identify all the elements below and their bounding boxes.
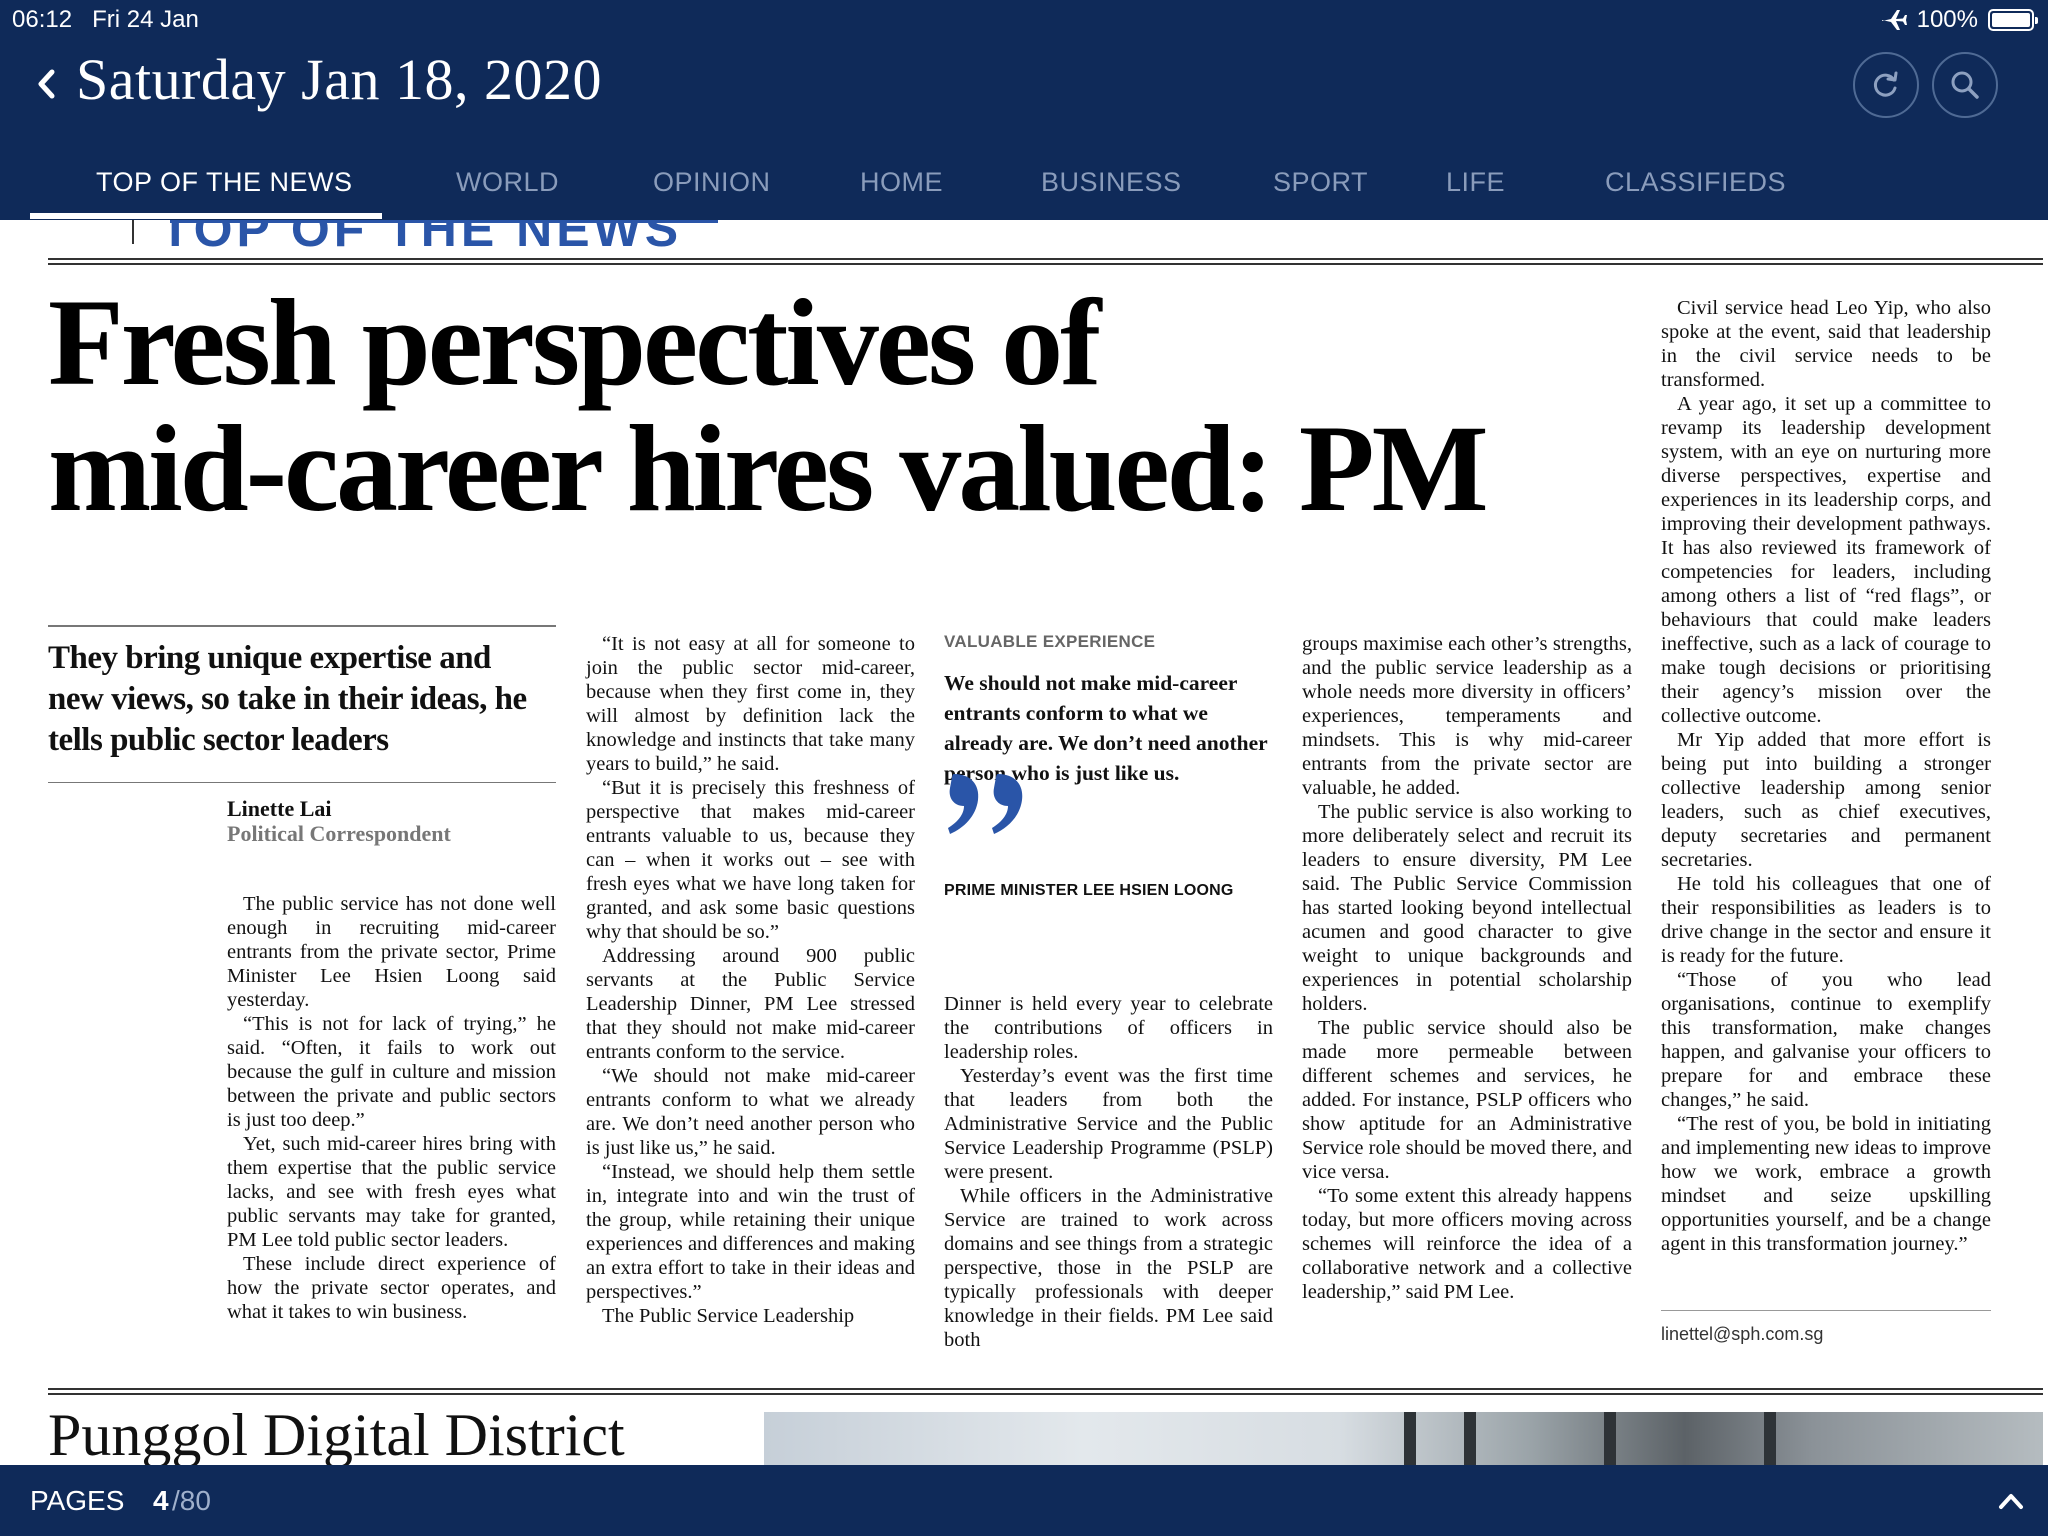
paragraph: While officers in the Administrative Ser…	[944, 1185, 1273, 1351]
edition-date-title[interactable]: Saturday Jan 18, 2020	[76, 46, 602, 113]
next-article-headline: Punggol Digital District	[48, 1402, 625, 1465]
paragraph: “This is not for lack of trying,” he sai…	[227, 1013, 556, 1131]
paragraph: “We should not make mid-career entrants …	[586, 1065, 915, 1159]
byline-name: Linette Lai	[227, 796, 332, 821]
status-time: 06:12	[12, 6, 73, 33]
tab-life[interactable]: LIFE	[1446, 167, 1505, 198]
paragraph: The public service has not done well eno…	[227, 893, 556, 1011]
tab-sport[interactable]: SPORT	[1273, 167, 1368, 198]
paragraph: Mr Yip added that more effort is being p…	[1661, 729, 1991, 871]
article-column-4: groups maximise each other’s strengths, …	[1302, 632, 1632, 1304]
paragraph: Civil service head Leo Yip, who also spo…	[1661, 297, 1991, 391]
search-button[interactable]	[1932, 52, 1998, 118]
article-column-3: Dinner is held every year to celebrate t…	[944, 992, 1273, 1352]
byline-role: Political Correspondent	[227, 821, 451, 846]
article-column-2: “It is not easy at all for someone to jo…	[586, 632, 915, 1328]
chevron-up-icon	[1999, 1494, 2023, 1509]
section-divider	[132, 220, 134, 244]
section-tabs: TOP OF THE NEWS WORLD OPINION HOME BUSIN…	[0, 155, 2048, 220]
tab-business[interactable]: BUSINESS	[1041, 167, 1182, 198]
paragraph: Yet, such mid-career hires bring with th…	[227, 1133, 556, 1251]
chevron-left-icon	[38, 69, 55, 99]
refresh-button[interactable]	[1853, 52, 1919, 118]
paragraph: The Public Service Leadership	[602, 1305, 855, 1327]
total-pages: /80	[172, 1485, 211, 1516]
section-label: TOP OF THE NEWS	[160, 220, 683, 257]
bottom-double-rule	[48, 1388, 2043, 1395]
subheading-rule-top	[48, 625, 556, 627]
paragraph: “It is not easy at all for someone to jo…	[586, 633, 915, 775]
paragraph: The public service is also working to mo…	[1302, 801, 1632, 1015]
quote-icon	[948, 774, 1023, 834]
paragraph: Yesterday’s event was the first time tha…	[944, 1065, 1273, 1183]
expand-pages-button[interactable]	[1996, 1487, 2026, 1515]
paragraph: He told his colleagues that one of their…	[1661, 873, 1991, 967]
author-email: linettel@sph.com.sg	[1661, 1324, 1824, 1344]
article-column-5: Civil service head Leo Yip, who also spo…	[1661, 296, 1991, 1256]
pullquote-kicker: VALUABLE EXPERIENCE	[944, 632, 1156, 651]
back-button[interactable]	[30, 62, 64, 106]
paragraph: A year ago, it set up a committee to rev…	[1661, 393, 1991, 727]
refresh-icon	[1873, 71, 1898, 97]
paragraph: The public service should also be made m…	[1302, 1017, 1632, 1183]
pullquote-attribution: PRIME MINISTER LEE HSIEN LOONG	[944, 882, 1234, 899]
paragraph: “To some extent this already happens tod…	[1302, 1185, 1632, 1303]
battery-icon	[1988, 9, 2038, 31]
tab-world[interactable]: WORLD	[456, 167, 559, 198]
article-headline: Fresh perspectives of mid-career hires v…	[48, 280, 1608, 532]
search-icon	[1951, 71, 1979, 99]
top-bar: 06:12 Fri 24 Jan 100% Saturday Jan 18, 2…	[0, 0, 2048, 220]
article-column-1: The public service has not done well eno…	[227, 892, 556, 1324]
bottom-bar: PAGES 4 /80	[0, 1465, 2048, 1536]
status-bar-time: 06:12 Fri 24 Jan	[12, 6, 199, 34]
status-date: Fri 24 Jan	[92, 6, 199, 33]
paragraph: “Instead, we should help them settle in,…	[586, 1161, 915, 1303]
paragraph: “The rest of you, be bold in initiating …	[1661, 1113, 1991, 1255]
article-subheading: They bring unique expertise and new view…	[48, 640, 527, 758]
paragraph: “But it is precisely this freshness of p…	[586, 777, 915, 943]
paragraph: Dinner is held every year to celebrate t…	[944, 993, 1273, 1063]
subheading-rule-bottom	[48, 782, 556, 783]
paragraph: These include direct experience of how t…	[227, 1253, 556, 1323]
pages-label[interactable]: PAGES	[30, 1485, 124, 1517]
current-page-number: 4	[153, 1485, 169, 1516]
tab-opinion[interactable]: OPINION	[653, 167, 771, 198]
headline-line-2: mid-career hires valued: PM	[48, 400, 1489, 537]
top-double-rule	[48, 258, 2043, 265]
paragraph: “Those of you who lead organisations, co…	[1661, 969, 1991, 1111]
active-tab-indicator	[30, 213, 382, 219]
tab-classifieds[interactable]: CLASSIFIEDS	[1605, 167, 1786, 198]
section-underline	[170, 220, 718, 223]
paragraph: groups maximise each other’s strengths, …	[1302, 633, 1632, 799]
airplane-icon	[1881, 10, 1907, 30]
battery-percent: 100%	[1916, 6, 1978, 33]
tab-home[interactable]: HOME	[860, 167, 943, 198]
paragraph: Addressing around 900 public servants at…	[586, 945, 915, 1063]
status-bar-right: 100%	[1881, 6, 2038, 34]
headline-line-1: Fresh perspectives of	[48, 274, 1101, 411]
email-rule	[1661, 1310, 1991, 1311]
newspaper-page[interactable]: TOP OF THE NEWS Fresh perspectives of mi…	[0, 220, 2048, 1465]
next-article-photo	[764, 1412, 2043, 1465]
tab-top-of-the-news[interactable]: TOP OF THE NEWS	[96, 167, 353, 198]
